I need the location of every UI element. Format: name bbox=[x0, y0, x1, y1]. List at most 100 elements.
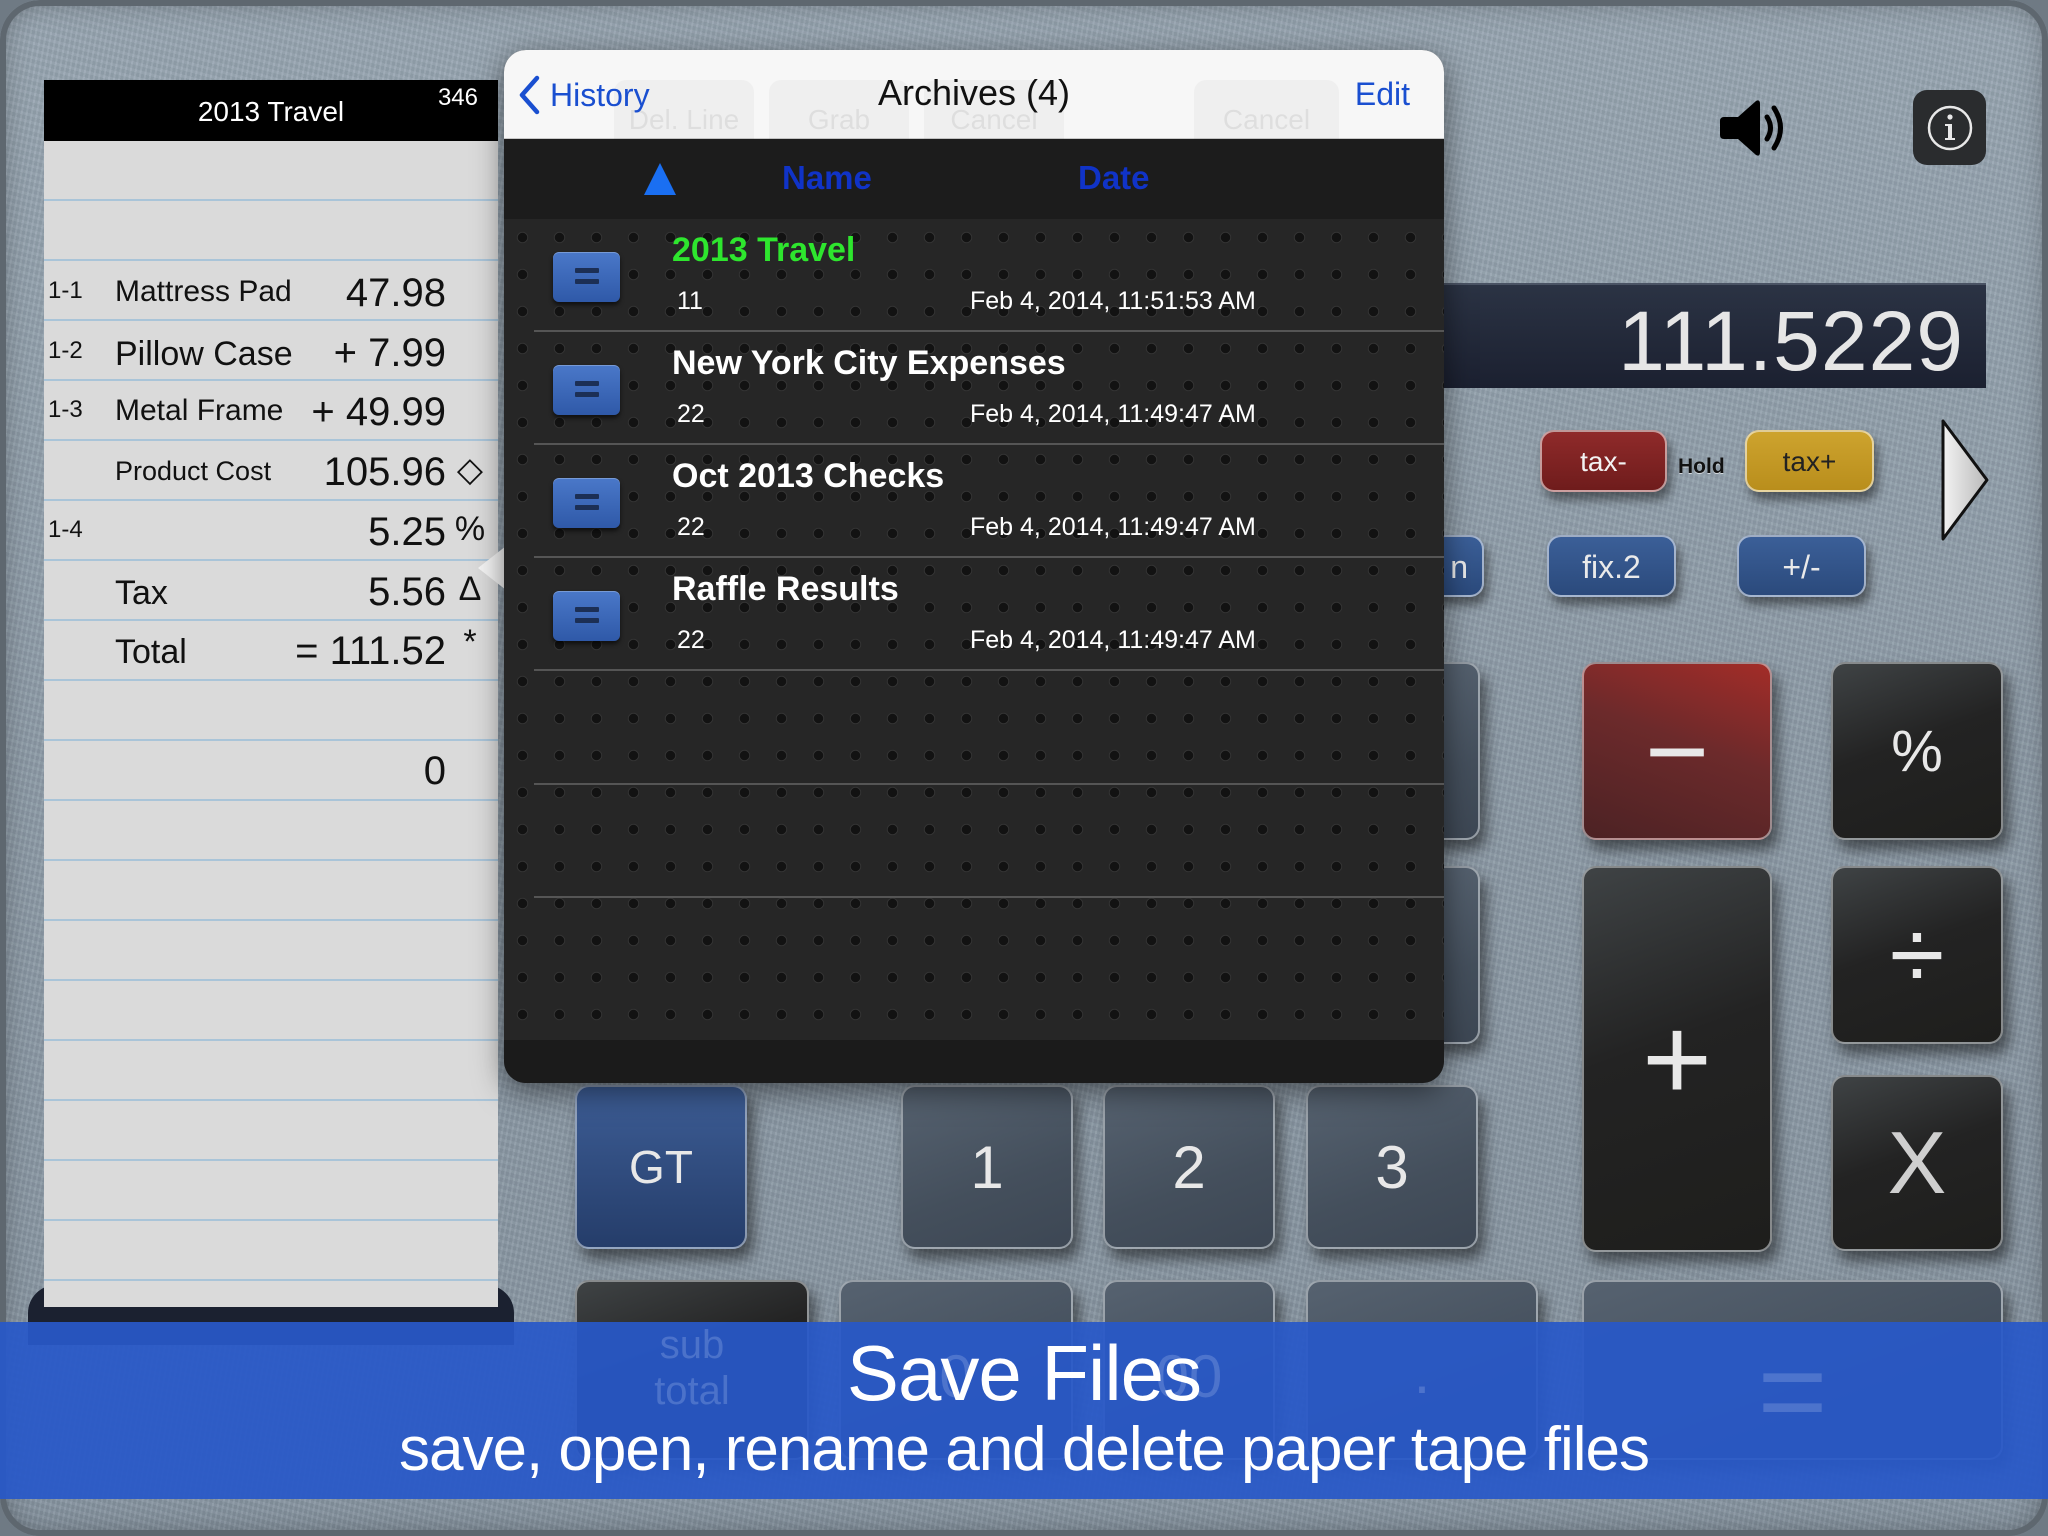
tape-line-value: = 111.52 bbox=[295, 629, 446, 674]
sort-by-date[interactable]: Date bbox=[1078, 159, 1150, 197]
tape-line-symbol: % bbox=[454, 509, 486, 548]
tape-line[interactable]: 0 bbox=[44, 739, 498, 799]
tape-line[interactable]: Tax 5.56 Δ bbox=[44, 560, 498, 620]
archive-item-name: Raffle Results bbox=[672, 570, 899, 608]
fix-decimal-button[interactable]: fix.2 bbox=[1547, 535, 1676, 597]
grand-total-key-label: GT bbox=[629, 1141, 693, 1193]
digit-3-label: 3 bbox=[1375, 1133, 1409, 1201]
tax-plus-button[interactable]: tax+ bbox=[1745, 430, 1874, 492]
popover-footer bbox=[504, 1040, 1444, 1083]
tape-line-symbol: ◇ bbox=[456, 451, 484, 490]
tape-line-label: Metal Frame bbox=[115, 394, 284, 428]
archive-item-name: New York City Expenses bbox=[672, 344, 1066, 382]
archive-item-date: Feb 4, 2014, 11:49:47 AM bbox=[970, 513, 1256, 541]
info-icon bbox=[1927, 105, 1972, 150]
tape-line-symbol: * bbox=[463, 623, 477, 662]
popover-nav-bar: Del. Line Grab Cancel Cancel History Arc… bbox=[504, 50, 1444, 139]
plus-key-label: + bbox=[1641, 992, 1713, 1126]
tape-line[interactable]: Product Cost 105.96 ◇ bbox=[44, 440, 498, 500]
paper-tape[interactable]: 2013 Travel 346 1-1 Mattress Pad 47.98 1-2 P… bbox=[44, 80, 498, 1307]
history-back-button[interactable]: History bbox=[518, 72, 650, 118]
archive-item-date: Feb 4, 2014, 11:49:47 AM bbox=[970, 400, 1256, 428]
tape-line-value: + 7.99 bbox=[333, 330, 446, 375]
archive-item-count: 22 bbox=[677, 400, 705, 428]
document-icon[interactable] bbox=[553, 365, 620, 415]
archives-popover: Del. Line Grab Cancel Cancel History Arc… bbox=[504, 50, 1444, 1083]
document-icon[interactable] bbox=[553, 591, 620, 641]
tape-line-index: 1-2 bbox=[48, 336, 83, 364]
archive-item-name: Oct 2013 Checks bbox=[672, 457, 945, 495]
percent-key[interactable]: % bbox=[1831, 662, 2003, 840]
archive-item-date: Feb 4, 2014, 11:49:47 AM bbox=[970, 626, 1256, 654]
document-icon[interactable] bbox=[553, 252, 620, 302]
digit-2-label: 2 bbox=[1172, 1133, 1206, 1201]
row-divider bbox=[534, 783, 1444, 785]
tape-line[interactable]: 1-2 Pillow Case + 7.99 bbox=[44, 321, 498, 381]
banner-title: Save Files bbox=[846, 1329, 1202, 1417]
tax-minus-button[interactable]: tax- bbox=[1540, 430, 1667, 492]
speaker-icon[interactable] bbox=[1720, 95, 1790, 166]
tape-header: 2013 Travel 346 bbox=[44, 80, 498, 141]
chevron-left-icon bbox=[519, 75, 540, 115]
grand-total-key[interactable]: GT bbox=[575, 1085, 747, 1249]
archive-item[interactable]: Oct 2013 Checks 22 Feb 4, 2014, 11:49:47 A… bbox=[504, 445, 1444, 558]
tape-line-index: 1-1 bbox=[48, 277, 83, 304]
plus-minus-button[interactable]: +/- bbox=[1737, 535, 1866, 597]
row-divider bbox=[534, 896, 1444, 898]
minus-key-label: − bbox=[1644, 689, 1710, 813]
multiply-key-label: X bbox=[1887, 1113, 1947, 1212]
tape-line-count: 346 bbox=[437, 84, 478, 111]
archive-item[interactable]: 2013 Travel 11 Feb 4, 2014, 11:51:53 AM bbox=[504, 219, 1444, 332]
row-divider bbox=[534, 669, 1444, 671]
archive-list[interactable]: 2013 Travel 11 Feb 4, 2014, 11:51:53 AM New… bbox=[504, 219, 1444, 1040]
tape-line-value: 5.56 bbox=[368, 569, 446, 614]
archive-item-count: 22 bbox=[677, 513, 705, 541]
archive-item-count: 11 bbox=[677, 287, 703, 315]
tape-title: 2013 Travel bbox=[197, 96, 345, 127]
tape-line-label: Product Cost bbox=[115, 456, 272, 487]
document-icon[interactable] bbox=[553, 478, 620, 528]
archive-item[interactable]: Raffle Results 22 Feb 4, 2014, 11:49:47 AM bbox=[504, 558, 1444, 671]
tape-line[interactable] bbox=[44, 679, 498, 739]
history-back-label: History bbox=[550, 76, 650, 113]
sort-by-name[interactable]: Name bbox=[782, 159, 872, 197]
digit-3-key[interactable]: 3 bbox=[1306, 1085, 1478, 1249]
minus-key[interactable]: − bbox=[1582, 662, 1772, 840]
tape-line-index: 1-3 bbox=[48, 396, 83, 424]
tape-line-label: Total bbox=[115, 633, 187, 672]
column-header: Name Date bbox=[504, 139, 1444, 219]
calculator-display: 111.5229 bbox=[1440, 283, 1986, 388]
info-button[interactable] bbox=[1913, 90, 1986, 165]
tape-line-index: 1-4 bbox=[48, 515, 83, 543]
archive-item[interactable]: New York City Expenses 22 Feb 4, 2014, 11:… bbox=[504, 332, 1444, 445]
next-page-arrow-icon[interactable] bbox=[1940, 418, 1992, 547]
divide-key-label: ÷ bbox=[1889, 898, 1945, 1011]
tape-line-label: Tax bbox=[115, 573, 168, 612]
tape-line-value: 105.96 bbox=[323, 450, 446, 495]
digit-1-label: 1 bbox=[970, 1133, 1004, 1201]
triangle-up-icon[interactable] bbox=[644, 163, 676, 195]
tape-line-value: 5.25 bbox=[368, 509, 446, 554]
banner-subtitle: save, open, rename and delete paper tape… bbox=[398, 1415, 1650, 1484]
archive-item-name: 2013 Travel bbox=[672, 231, 856, 269]
digit-2-key[interactable]: 2 bbox=[1103, 1085, 1275, 1249]
tape-line-label: Mattress Pad bbox=[115, 275, 292, 308]
archive-item-date: Feb 4, 2014, 11:51:53 AM bbox=[970, 287, 1256, 315]
hold-label: Hold bbox=[1678, 455, 1725, 478]
tape-line[interactable]: 1-1 Mattress Pad 47.98 bbox=[44, 261, 498, 321]
tape-line-value: 47.98 bbox=[345, 271, 446, 315]
divide-key[interactable]: ÷ bbox=[1831, 866, 2003, 1044]
tape-line-value: 0 bbox=[423, 748, 446, 793]
plus-key[interactable]: + bbox=[1582, 866, 1772, 1252]
tape-line[interactable]: 1-3 Metal Frame + 49.99 bbox=[44, 380, 498, 440]
percent-key-label: % bbox=[1891, 718, 1943, 784]
tape-line-value: + 49.99 bbox=[311, 390, 446, 435]
tape-line[interactable]: 1-4 5.25% bbox=[44, 500, 498, 560]
digit-1-key[interactable]: 1 bbox=[901, 1085, 1073, 1249]
multiply-key[interactable]: X bbox=[1831, 1075, 2003, 1251]
display-value: 111.5229 bbox=[1618, 294, 1964, 388]
edit-button[interactable]: Edit bbox=[1355, 76, 1410, 113]
archive-item-count: 22 bbox=[677, 626, 705, 654]
popover-arrow bbox=[478, 546, 506, 590]
tape-line[interactable]: Total = 111.52 * bbox=[44, 619, 498, 679]
